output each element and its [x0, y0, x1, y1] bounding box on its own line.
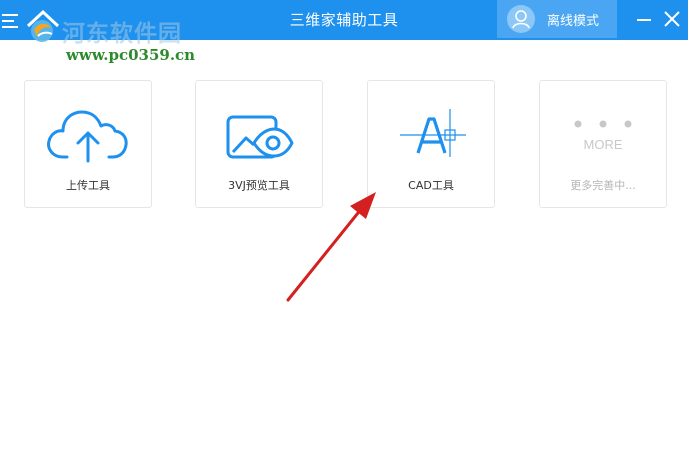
red-annotation-arrow: [286, 192, 376, 302]
tool-card-more: MORE 更多完善中...: [539, 80, 667, 208]
cad-a-icon: [400, 109, 466, 157]
minimize-icon: [637, 19, 651, 21]
more-icon-text: MORE: [583, 137, 623, 152]
user-avatar-icon: [507, 5, 535, 33]
more-dots-icon: [574, 120, 632, 128]
tool-label-more: 更多完善中...: [570, 179, 636, 192]
watermark-name: 河东软件园: [62, 20, 182, 47]
offline-mode-button[interactable]: 离线模式: [497, 0, 617, 38]
offline-mode-label: 离线模式: [547, 14, 600, 29]
tool-card-upload[interactable]: 上传工具: [24, 80, 152, 208]
tool-label-3vj-preview: 3VJ预览工具: [228, 179, 290, 192]
tool-card-cad[interactable]: CAD工具: [367, 80, 495, 208]
watermark-url: www.pc0359.cn: [66, 46, 196, 64]
watermark-logo-icon: [26, 9, 60, 42]
tool-label-cad: CAD工具: [408, 179, 454, 192]
cloud-upload-icon: [47, 110, 128, 163]
minimize-button[interactable]: [634, 0, 654, 38]
close-button[interactable]: [660, 0, 684, 38]
close-icon: [664, 11, 680, 27]
tool-label-upload: 上传工具: [66, 179, 110, 192]
tool-card-3vj-preview[interactable]: 3VJ预览工具: [195, 80, 323, 208]
eye-preview-icon: [226, 115, 294, 159]
